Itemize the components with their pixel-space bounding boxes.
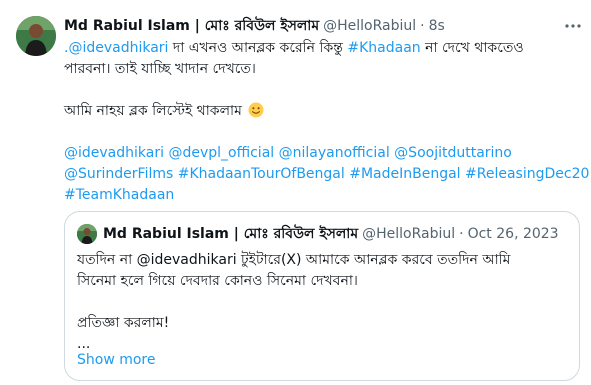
tweet-line-2: পারবনা। তাই যাচ্ছি খাদান দেখতে। <box>64 61 256 77</box>
tags-line-3[interactable]: #TeamKhadaan <box>64 185 584 206</box>
separator-dot: · <box>459 226 464 242</box>
quoted-display-name[interactable]: Md Rabiul Islam | মোঃ রবিউল ইসলাম <box>103 222 358 246</box>
tweet-header: Md Rabiul Islam | মোঃ রবিউল ইসলাম @Hello… <box>64 16 445 36</box>
separator-dot: · <box>420 18 425 34</box>
quoted-user-handle[interactable]: @HelloRabiul <box>362 226 455 242</box>
tweet-text: .@idevadhikari দা এখনও আনব্লক করেনি কিন্… <box>64 38 589 206</box>
tags-line-2[interactable]: @SurinderFilms #KhadaanTourOfBengal #Mad… <box>64 164 589 185</box>
tweet-text-segment: না দেখে থাকতেও <box>420 40 524 56</box>
tweet-line-1: .@idevadhikari দা এখনও আনব্লক করেনি কিন্… <box>64 38 584 59</box>
quoted-header: Md Rabiul Islam | মোঃ রবিউল ইসলাম @Hello… <box>103 224 559 244</box>
quoted-line-2: সিনেমা হলে গিয়ে দেবদার কোনও সিনেমা দেখব… <box>77 273 358 289</box>
timestamp[interactable]: 8s <box>429 18 445 34</box>
show-more-link[interactable]: Show more <box>77 352 156 368</box>
display-name[interactable]: Md Rabiul Islam | মোঃ রবিউল ইসলাম <box>64 14 319 38</box>
quoted-avatar[interactable] <box>77 224 97 244</box>
quoted-line-1: যতদিন না @idevadhikari টুইটারে(X) আমাকে … <box>77 252 511 268</box>
more-icon[interactable] <box>560 14 586 38</box>
tweet-line-3: আমি নাহয় ব্লক লিস্টেই থাকলাম <box>64 101 584 122</box>
tweet-text-segment: আমি নাহয় ব্লক লিস্টেই থাকলাম <box>64 103 242 119</box>
tweet[interactable]: Md Rabiul Islam | মোঃ রবিউল ইসলাম @Hello… <box>0 0 591 385</box>
tweet-text-segment: দা এখনও আনব্লক করেনি কিন্তু <box>168 40 348 56</box>
hashtag-link[interactable]: #Khadaan <box>347 40 420 56</box>
quoted-tweet[interactable]: Md Rabiul Islam | মোঃ রবিউল ইসলাম @Hello… <box>64 211 580 381</box>
quoted-line-3: প্রতিজ্ঞা করলাম! <box>77 315 170 331</box>
quoted-text: যতদিন না @idevadhikari টুইটারে(X) আমাকে … <box>77 250 567 355</box>
avatar[interactable] <box>16 16 56 56</box>
smiling-face-icon <box>248 102 264 118</box>
quoted-date[interactable]: Oct 26, 2023 <box>468 226 559 242</box>
tags-line-1[interactable]: @idevadhikari @devpl_official @nilayanof… <box>64 143 584 164</box>
user-handle[interactable]: @HelloRabiul <box>323 18 416 34</box>
mention-link[interactable]: .@idevadhikari <box>64 40 168 56</box>
